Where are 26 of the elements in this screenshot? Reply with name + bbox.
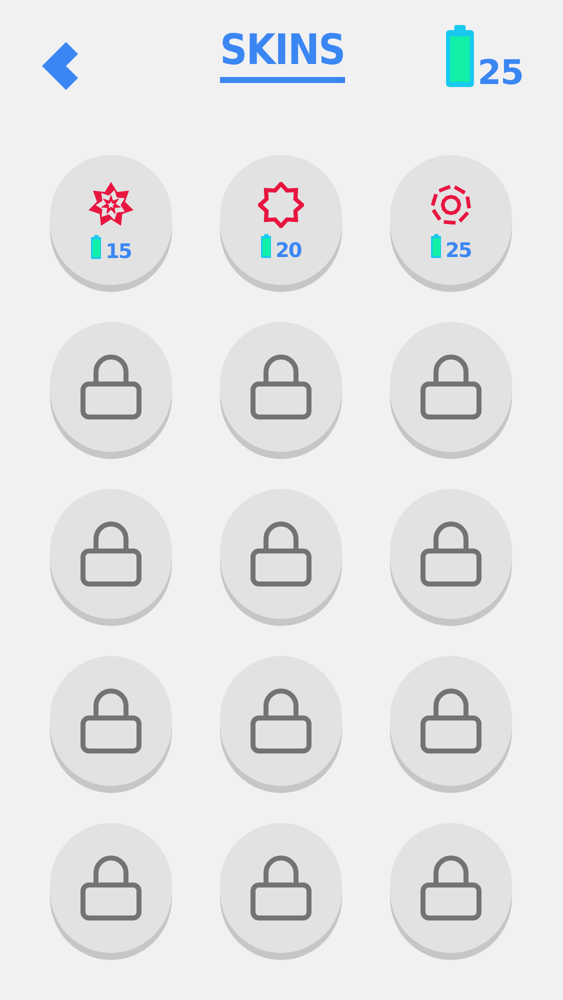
lock-icon: [420, 521, 482, 587]
lock-icon: [420, 354, 482, 420]
lock-icon: [420, 688, 482, 754]
lock-icon: [250, 688, 312, 754]
skin-price: 25: [445, 242, 472, 258]
screen-title: SKINS: [220, 25, 345, 83]
lock-icon: [80, 688, 142, 754]
lock-icon: [80, 354, 142, 420]
skin-button[interactable]: 25: [390, 155, 512, 285]
lock-icon: [420, 855, 482, 921]
lock-icon: [80, 855, 142, 921]
battery-icon: [446, 25, 474, 87]
lock-icon: [80, 521, 142, 587]
coin-count: 25: [478, 60, 523, 87]
battery-icon: [260, 234, 272, 258]
battery-icon: [430, 234, 442, 258]
skin-price: 20: [275, 242, 302, 258]
back-icon: [42, 42, 78, 90]
skin-button[interactable]: 20: [220, 155, 342, 285]
lock-icon: [250, 521, 312, 587]
battery-icon: [90, 235, 102, 259]
skin-button[interactable]: 15: [50, 155, 172, 285]
lock-icon: [250, 855, 312, 921]
lock-icon: [250, 354, 312, 420]
octagram-icon: [258, 182, 304, 228]
skin-price: 15: [105, 243, 132, 259]
